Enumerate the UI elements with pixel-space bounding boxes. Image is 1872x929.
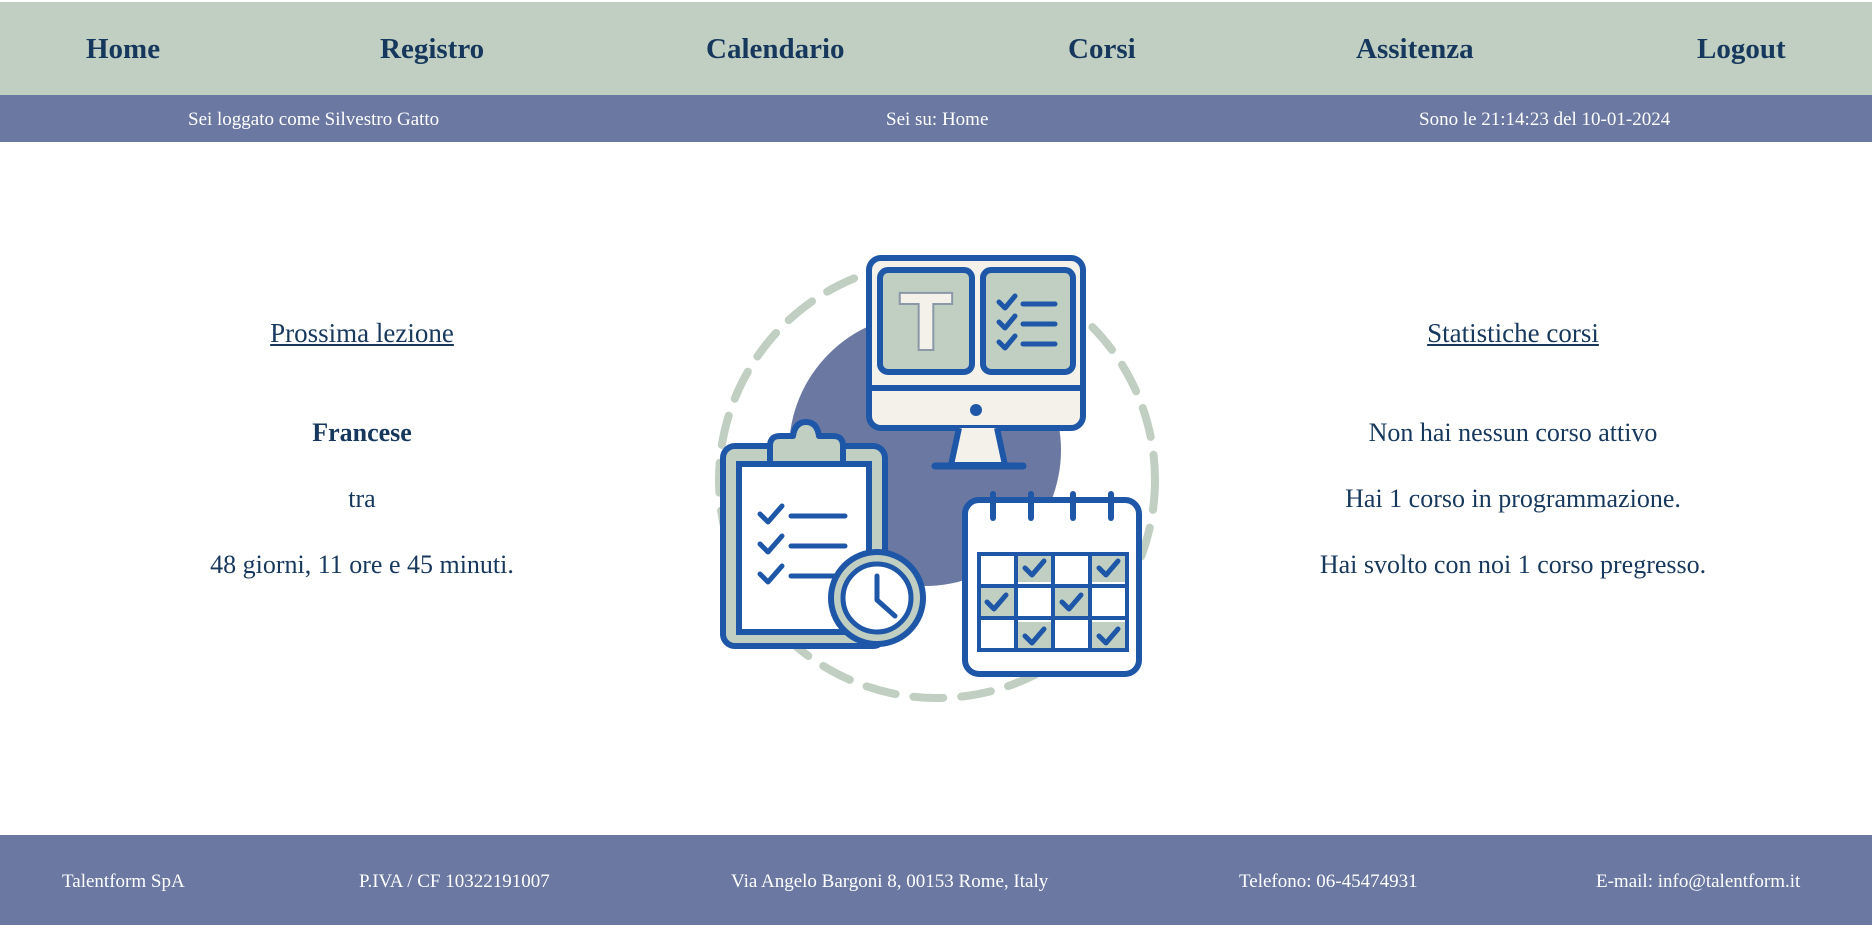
current-datetime-text: Sono le 21:14:23 del 10-01-2024 [1419,109,1671,130]
next-lesson-course: Francese [312,418,412,447]
nav-logout[interactable]: Logout [1697,2,1786,95]
footer-phone: Telefono: 06-45474931 [1239,871,1418,892]
footer-vat: P.IVA / CF 10322191007 [359,871,550,892]
course-stats-heading[interactable]: Statistiche corsi [1283,318,1743,349]
footer-address: Via Angelo Bargoni 8, 00153 Rome, Italy [731,871,1049,892]
clock-icon [828,549,926,647]
nav-home[interactable]: Home [86,2,160,95]
info-bar: Sei loggato come Silvestro Gatto Sei su:… [0,95,1872,142]
courses-illustration: T [715,255,1159,702]
top-navigation: Home Registro Calendario Corsi Assitenza… [0,2,1872,95]
talentform-logo: T [899,279,952,369]
footer: Talentform SpA P.IVA / CF 10322191007 Vi… [0,835,1872,925]
footer-email[interactable]: E-mail: info@talentform.it [1596,835,1800,925]
nav-assistenza[interactable]: Assitenza [1356,2,1474,95]
next-lesson-panel: Prossima lezione Francese tra 48 giorni,… [130,142,594,835]
current-page-text: Sei su: Home [886,109,989,130]
nav-calendario[interactable]: Calendario [706,2,845,95]
stats-active-text: Non hai nessun corso attivo [1368,418,1658,447]
stats-scheduled-text: Hai 1 corso in programmazione. [1345,484,1681,513]
footer-company: Talentform SpA [62,871,185,892]
next-lesson-heading[interactable]: Prossima lezione [130,318,594,349]
nav-registro[interactable]: Registro [380,2,484,95]
nav-corsi[interactable]: Corsi [1068,2,1136,95]
logged-user-text: Sei loggato come Silvestro Gatto [188,109,440,130]
stats-past-text: Hai svolto con noi 1 corso pregresso. [1319,550,1707,579]
next-lesson-countdown: 48 giorni, 11 ore e 45 minuti. [210,550,514,579]
next-lesson-between: tra [348,484,376,513]
course-stats-panel: Statistiche corsi Non hai nessun corso a… [1283,142,1743,835]
calendar-icon [962,491,1142,677]
